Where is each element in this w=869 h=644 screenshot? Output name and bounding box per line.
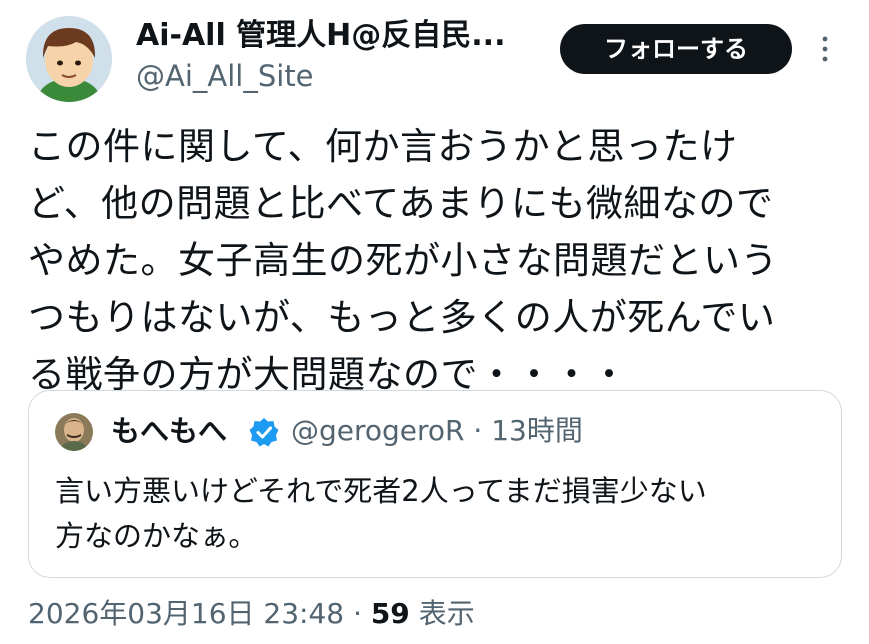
views-label: 表示 bbox=[418, 597, 475, 630]
tweet-text: この件に関して、何か言おうかと思ったけ ど、他の問題と比べてあまりにも微細なので… bbox=[28, 125, 778, 396]
quote-separator: · bbox=[473, 414, 483, 447]
meta-separator: · bbox=[353, 597, 362, 630]
author-avatar[interactable] bbox=[26, 16, 112, 102]
tweet-timestamp[interactable]: 2026年03月16日 23:48 bbox=[28, 597, 344, 630]
author-handle[interactable]: @Ai_All_Site bbox=[136, 56, 314, 96]
quote-author-handle[interactable]: @gerogeroR bbox=[291, 414, 465, 447]
portrait-avatar-icon bbox=[55, 413, 93, 451]
tweet-meta: 2026年03月16日 23:48 · 59 表示 bbox=[28, 592, 475, 636]
quote-tweet-card[interactable]: もへもへ @gerogeroR · 13時間 言い方悪いけどそれで死者2人ってま… bbox=[28, 390, 842, 578]
quote-author-handle-line: @gerogeroR · 13時間 bbox=[291, 409, 583, 453]
more-vertical-icon[interactable] bbox=[818, 34, 832, 64]
verified-badge-icon bbox=[249, 417, 279, 447]
quote-author-name[interactable]: もへもへ bbox=[111, 409, 227, 453]
quote-author-avatar[interactable] bbox=[55, 413, 93, 451]
follow-button[interactable]: フォローする bbox=[560, 24, 792, 74]
cartoon-man-avatar-icon bbox=[26, 16, 112, 102]
author-display-name[interactable]: Ai-All 管理人H@反自民... bbox=[136, 16, 526, 56]
views-count: 59 bbox=[370, 597, 410, 630]
quote-text: 言い方悪いけどそれで死者2人ってまだ損害少ない 方なのかなぁ。 bbox=[55, 474, 707, 553]
quote-time[interactable]: 13時間 bbox=[491, 414, 583, 447]
